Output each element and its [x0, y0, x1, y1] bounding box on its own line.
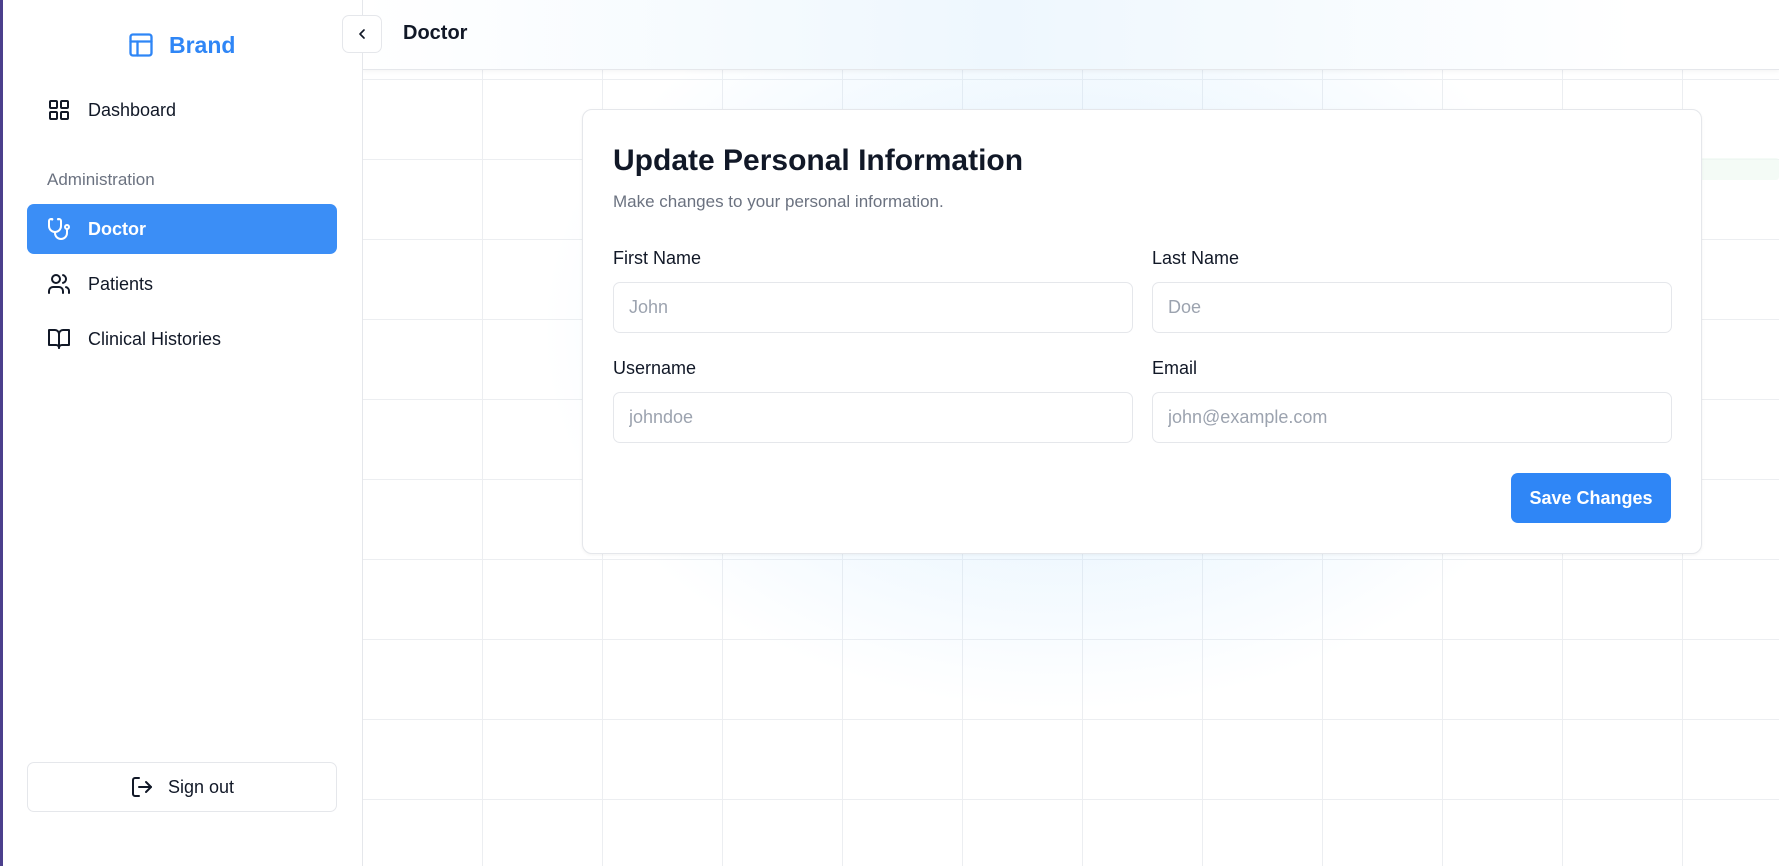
email-input[interactable] — [1152, 392, 1672, 443]
username-label: Username — [613, 358, 697, 378]
log-out-icon — [131, 777, 152, 797]
form-title: Update Personal Information — [613, 144, 1024, 177]
grid-icon — [49, 100, 69, 120]
brand-logo[interactable]: Brand — [127, 28, 235, 62]
users-icon — [48, 274, 70, 294]
stethoscope-icon — [48, 218, 70, 240]
sidebar-item-dashboard[interactable]: Dashboard — [27, 85, 337, 135]
last-name-input[interactable] — [1152, 282, 1672, 333]
sidebar-item-label: Clinical Histories — [88, 328, 222, 349]
sidebar-item-label: Doctor — [88, 218, 146, 239]
first-name-label: First Name — [613, 248, 702, 268]
page-title: Doctor — [403, 22, 468, 44]
sidebar-item-patients[interactable]: Patients — [27, 259, 337, 309]
email-label: Email — [1152, 358, 1198, 378]
sidebar-item-label: Patients — [88, 273, 154, 294]
form-subtitle: Make changes to your personal informatio… — [613, 192, 944, 211]
save-changes-button[interactable]: Save Changes — [1511, 473, 1671, 523]
sign-out-label: Sign out — [167, 776, 235, 797]
main-content: Doctor Update Personal Information Make … — [363, 0, 1779, 866]
username-input[interactable] — [613, 392, 1133, 443]
chevron-left-icon — [359, 29, 365, 39]
section-label-administration: Administration — [47, 170, 155, 189]
top-bar: Doctor — [363, 0, 1779, 70]
sidebar-item-clinical-histories[interactable]: Clinical Histories — [27, 314, 337, 364]
personal-info-card: Update Personal Information Make changes… — [582, 109, 1702, 554]
collapse-sidebar-button[interactable] — [342, 15, 382, 53]
sidebar: Brand Dashboard Administration Doctor Pa… — [3, 0, 363, 866]
sign-out-button[interactable]: Sign out — [27, 762, 337, 812]
last-name-label: Last Name — [1152, 248, 1240, 268]
book-open-icon — [48, 329, 70, 349]
first-name-input[interactable] — [613, 282, 1133, 333]
brand-name: Brand — [169, 31, 236, 58]
sidebar-item-label: Dashboard — [88, 99, 177, 120]
layout-panel-icon — [129, 33, 153, 57]
sidebar-item-doctor[interactable]: Doctor — [27, 204, 337, 254]
